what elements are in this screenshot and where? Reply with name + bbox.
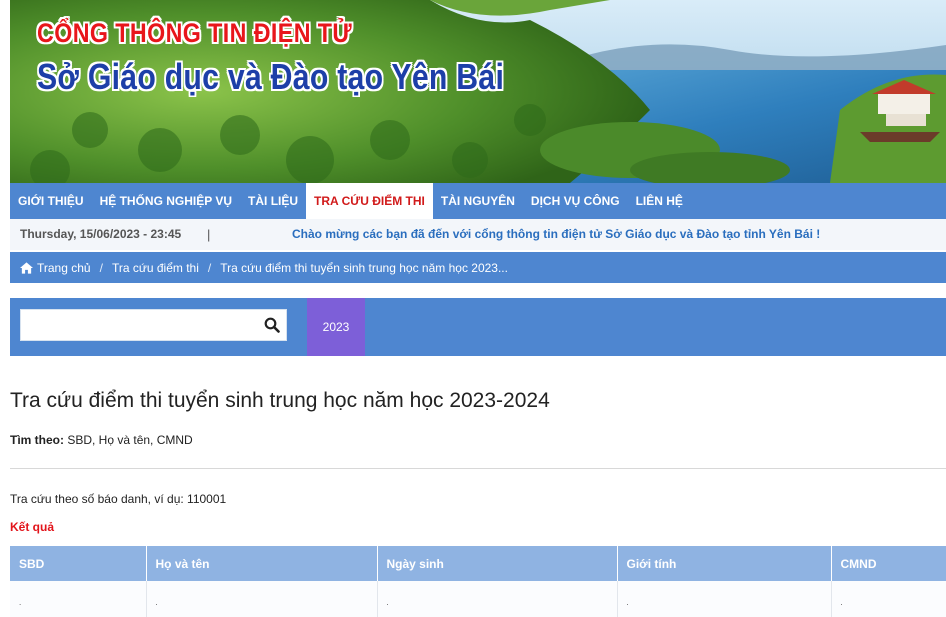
find-by-text: Tìm theo: SBD, Họ và tên, CMND	[10, 433, 193, 447]
home-icon	[20, 261, 33, 274]
header-banner: CỔNG THÔNG TIN ĐIỆN TỬ Sở Giáo dục và Đà…	[10, 0, 946, 183]
breadcrumb-separator: /	[207, 260, 212, 275]
search-hint: Tra cứu theo số báo danh, ví dụ: 110001	[10, 492, 227, 506]
info-bar: Thursday, 15/06/2023 - 23:45 | Chào mừng…	[10, 219, 946, 250]
nav-item-lien-he[interactable]: LIÊN HỆ	[628, 183, 691, 219]
column-header-ho-va-ten: Họ và tên	[146, 546, 378, 581]
search-box	[20, 309, 287, 341]
find-by-label: Tìm theo:	[10, 433, 64, 447]
table-cell-cmnd: .	[831, 581, 946, 617]
column-header-gioi-tinh: Giới tính	[617, 546, 832, 581]
nav-item-dich-vu-cong[interactable]: DỊCH VỤ CÔNG	[523, 183, 628, 219]
table-cell-ngay-sinh: .	[377, 581, 618, 617]
nav-item-tra-cuu-diem-thi[interactable]: TRA CỨU ĐIỂM THI	[306, 183, 433, 219]
welcome-marquee: Chào mừng các bạn đã đến với cổng thông …	[292, 227, 821, 241]
main-nav: GIỚI THIỆU HỆ THỐNG NGHIỆP VỤ TÀI LIỆU T…	[10, 183, 946, 219]
results-table: SBD Họ và tên Ngày sinh Giới tính CMND .…	[10, 546, 946, 617]
divider	[10, 468, 946, 469]
table-header-row: SBD Họ và tên Ngày sinh Giới tính CMND	[10, 546, 946, 581]
banner-title-line2: Sở Giáo dục và Đào tạo Yên Bái	[37, 56, 505, 97]
column-header-sbd: SBD	[10, 546, 147, 581]
table-row: . . . . .	[10, 581, 946, 617]
year-tab-2023[interactable]: 2023	[307, 298, 365, 356]
breadcrumb: Trang chủ / Tra cứu điểm thi / Tra cứu đ…	[10, 252, 946, 283]
breadcrumb-home[interactable]: Trang chủ	[37, 261, 91, 275]
table-cell-sbd: .	[10, 581, 147, 617]
column-header-cmnd: CMND	[831, 546, 946, 581]
search-icon[interactable]	[264, 317, 280, 333]
nav-item-tai-lieu[interactable]: TÀI LIỆU	[240, 183, 306, 219]
banner-title-line1: CỔNG THÔNG TIN ĐIỆN TỬ	[37, 18, 353, 48]
current-datetime: Thursday, 15/06/2023 - 23:45	[20, 227, 182, 241]
breadcrumb-current: Tra cứu điểm thi tuyển sinh trung học nă…	[220, 260, 508, 275]
search-band: 2023	[10, 298, 946, 356]
find-by-value: SBD, Họ và tên, CMND	[64, 433, 193, 447]
info-separator: |	[207, 227, 211, 242]
nav-item-tai-nguyen[interactable]: TÀI NGUYÊN	[433, 183, 523, 219]
page: CỔNG THÔNG TIN ĐIỆN TỬ Sở Giáo dục và Đà…	[0, 0, 946, 617]
breadcrumb-tra-cuu-diem-thi[interactable]: Tra cứu điểm thi	[112, 261, 199, 275]
table-cell-gioi-tinh: .	[617, 581, 832, 617]
breadcrumb-separator: /	[99, 260, 103, 275]
result-label: Kết quả	[10, 520, 55, 534]
page-title: Tra cứu điểm thi tuyển sinh trung học nă…	[10, 389, 550, 412]
search-input[interactable]	[21, 310, 251, 340]
table-cell-ho-va-ten: .	[146, 581, 378, 617]
column-header-ngay-sinh: Ngày sinh	[377, 546, 618, 581]
nav-item-he-thong-nghiep-vu[interactable]: HỆ THỐNG NGHIỆP VỤ	[92, 183, 240, 219]
nav-item-gioi-thieu[interactable]: GIỚI THIỆU	[10, 183, 92, 219]
